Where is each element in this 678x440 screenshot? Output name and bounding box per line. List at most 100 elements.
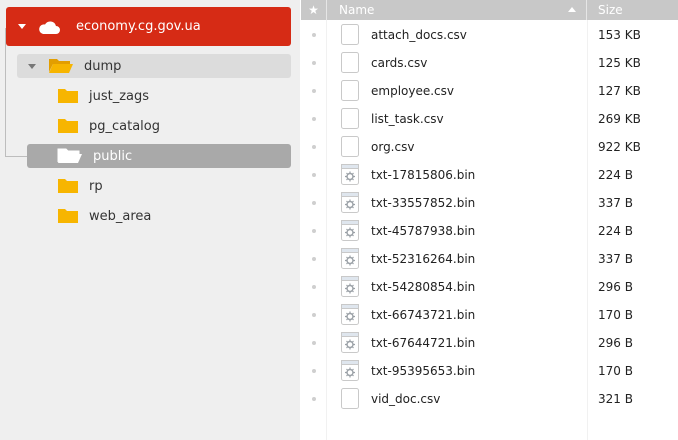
folder-icon <box>57 116 79 137</box>
tree-root-label: economy.cg.gov.ua <box>76 19 201 34</box>
file-row[interactable]: txt-33557852.bin 337 B <box>301 189 678 217</box>
file-size: 170 B <box>598 364 633 378</box>
cloud-icon <box>38 20 60 34</box>
favorite-toggle[interactable] <box>312 201 316 205</box>
caret-down-icon[interactable] <box>28 63 36 69</box>
favorite-toggle[interactable] <box>312 61 316 65</box>
file-name: txt-45787938.bin <box>371 224 476 238</box>
name-header-label: Name <box>339 3 375 17</box>
file-list-panel: ★ Name Size attach_docs.csv 153 KB cards.c… <box>301 0 678 440</box>
file-row[interactable]: txt-54280854.bin 296 B <box>301 273 678 301</box>
file-name: list_task.csv <box>371 112 444 126</box>
file-name: txt-66743721.bin <box>371 308 476 322</box>
favorite-toggle[interactable] <box>312 117 316 121</box>
binary-file-icon <box>341 332 359 353</box>
tree-line <box>5 28 6 157</box>
file-name: txt-54280854.bin <box>371 280 476 294</box>
folder-open-icon <box>57 146 83 167</box>
file-icon <box>341 24 359 45</box>
file-row[interactable]: vid_doc.csv 321 B <box>301 385 678 413</box>
file-name: employee.csv <box>371 84 454 98</box>
tree-folder-label: dump <box>84 58 122 74</box>
favorite-toggle[interactable] <box>312 257 316 261</box>
file-row[interactable]: attach_docs.csv 153 KB <box>301 21 678 49</box>
file-size: 321 B <box>598 392 633 406</box>
file-size: 170 B <box>598 308 633 322</box>
file-name: vid_doc.csv <box>371 392 441 406</box>
binary-file-icon <box>341 220 359 241</box>
favorite-toggle[interactable] <box>312 369 316 373</box>
file-row[interactable]: txt-52316264.bin 337 B <box>301 245 678 273</box>
binary-file-icon <box>341 164 359 185</box>
favorite-toggle[interactable] <box>312 229 316 233</box>
tree-folder-dump[interactable]: dump <box>17 54 291 78</box>
tree-folder-label: just_zags <box>89 88 150 104</box>
file-size: 337 B <box>598 252 633 266</box>
file-row[interactable]: employee.csv 127 KB <box>301 77 678 105</box>
file-row[interactable]: org.csv 922 KB <box>301 133 678 161</box>
tree-line <box>5 156 27 157</box>
file-row[interactable]: txt-67644721.bin 296 B <box>301 329 678 357</box>
tree-folder-web-area[interactable]: web_area <box>57 204 291 228</box>
favorite-toggle[interactable] <box>312 145 316 149</box>
tree-folder-just-zags[interactable]: just_zags <box>57 84 291 108</box>
file-icon <box>341 108 359 129</box>
file-name: txt-67644721.bin <box>371 336 476 350</box>
file-icon <box>341 80 359 101</box>
file-name: txt-17815806.bin <box>371 168 476 182</box>
file-name: attach_docs.csv <box>371 28 467 42</box>
folder-open-icon <box>48 56 74 77</box>
file-icon <box>341 52 359 73</box>
caret-down-icon[interactable] <box>18 24 26 29</box>
file-size: 296 B <box>598 336 633 350</box>
favorite-toggle[interactable] <box>312 341 316 345</box>
folder-icon <box>57 176 79 197</box>
favorite-toggle[interactable] <box>312 285 316 289</box>
favorite-toggle[interactable] <box>312 89 316 93</box>
file-row[interactable]: txt-66743721.bin 170 B <box>301 301 678 329</box>
favorite-toggle[interactable] <box>312 33 316 37</box>
tree-folder-rp[interactable]: rp <box>57 174 291 198</box>
binary-file-icon <box>341 276 359 297</box>
file-size: 153 KB <box>598 28 641 42</box>
file-icon <box>341 136 359 157</box>
binary-file-icon <box>341 360 359 381</box>
file-size: 337 B <box>598 196 633 210</box>
file-size: 127 KB <box>598 84 641 98</box>
file-row[interactable]: cards.csv 125 KB <box>301 49 678 77</box>
file-row[interactable]: txt-45787938.bin 224 B <box>301 217 678 245</box>
favorite-toggle[interactable] <box>312 313 316 317</box>
folder-icon <box>57 86 79 107</box>
file-name: txt-52316264.bin <box>371 252 476 266</box>
file-name: txt-33557852.bin <box>371 196 476 210</box>
favorite-toggle[interactable] <box>312 397 316 401</box>
binary-file-icon <box>341 248 359 269</box>
favorite-column-header[interactable]: ★ <box>301 0 327 20</box>
name-column-header[interactable]: Name <box>327 0 587 20</box>
favorite-toggle[interactable] <box>312 173 316 177</box>
file-name: org.csv <box>371 140 415 154</box>
tree-folder-label: public <box>93 148 133 164</box>
file-list-header: ★ Name Size <box>301 0 678 20</box>
folder-tree-panel: economy.cg.gov.ua dump just_zags pg_cata… <box>0 0 300 440</box>
file-size: 296 B <box>598 280 633 294</box>
file-name: txt-95395653.bin <box>371 364 476 378</box>
size-column-header[interactable]: Size <box>588 0 678 20</box>
tree-folder-label: web_area <box>89 208 152 224</box>
tree-folder-pg-catalog[interactable]: pg_catalog <box>57 114 291 138</box>
file-size: 125 KB <box>598 56 641 70</box>
tree-folder-label: rp <box>89 178 103 194</box>
file-size: 269 KB <box>598 112 641 126</box>
file-size: 224 B <box>598 224 633 238</box>
tree-root-server[interactable]: economy.cg.gov.ua <box>6 7 291 46</box>
file-row[interactable]: txt-95395653.bin 170 B <box>301 357 678 385</box>
file-size: 224 B <box>598 168 633 182</box>
file-size: 922 KB <box>598 140 641 154</box>
tree-folder-public[interactable]: public <box>27 144 291 168</box>
sort-ascending-icon <box>568 7 576 12</box>
file-name: cards.csv <box>371 56 428 70</box>
file-row[interactable]: txt-17815806.bin 224 B <box>301 161 678 189</box>
binary-file-icon <box>341 304 359 325</box>
file-row[interactable]: list_task.csv 269 KB <box>301 105 678 133</box>
tree-folder-label: pg_catalog <box>89 118 160 134</box>
